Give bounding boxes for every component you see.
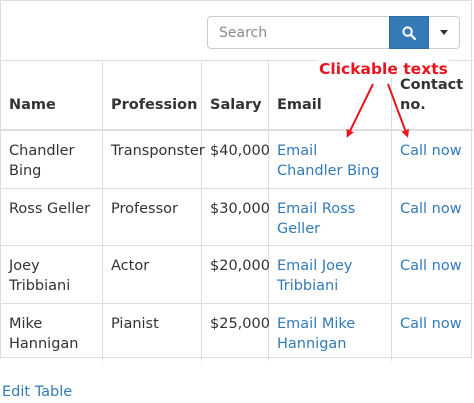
table-toolbar <box>1 1 473 61</box>
call-now-link[interactable]: Call now <box>400 316 462 332</box>
column-header-name: Name <box>1 61 103 129</box>
cell-salary: $30,000 <box>202 188 270 245</box>
table-row: Mike Hannigan Pianist $25,000 Email Mike… <box>1 303 473 362</box>
columns-dropdown-button[interactable] <box>429 16 460 49</box>
cell-contact: Call now <box>392 246 473 303</box>
table-row: Joey Tribbiani Actor $20,000 Email Joey … <box>1 246 473 304</box>
cell-contact: Call now <box>392 189 473 246</box>
cell-contact: Call now <box>392 304 473 362</box>
email-link[interactable]: Email Mike Hannigan <box>277 316 355 352</box>
cell-profession: Pianist <box>103 303 202 361</box>
cell-profession: Professor <box>103 188 202 245</box>
cell-salary: $20,000 <box>202 246 270 303</box>
call-now-link[interactable]: Call now <box>400 258 462 274</box>
search-icon <box>402 25 416 40</box>
cell-email: Email Chandler Bing <box>269 131 392 188</box>
table-row: Chandler Bing Transponster $40,000 Email… <box>1 131 473 189</box>
cell-name: Joey Tribbiani <box>1 246 103 303</box>
cell-email: Email Mike Hannigan <box>269 303 392 361</box>
annotation-label: Clickable texts <box>318 60 449 78</box>
search-button[interactable] <box>389 16 429 49</box>
email-link[interactable]: Email Joey Tribbiani <box>277 258 353 294</box>
cell-profession: Transponster <box>103 131 205 188</box>
cell-salary: $40,000 <box>202 131 270 188</box>
email-link[interactable]: Email Ross Geller <box>277 201 355 237</box>
caret-down-icon <box>440 30 448 35</box>
edit-table-link[interactable]: Edit Table <box>2 384 72 400</box>
cell-contact: Call now <box>392 131 473 188</box>
cell-name: Mike Hannigan <box>1 303 103 361</box>
call-now-link[interactable]: Call now <box>400 201 462 217</box>
table-row: Ross Geller Professor $30,000 Email Ross… <box>1 188 473 246</box>
cell-email: Email Ross Geller <box>269 188 392 245</box>
search-input[interactable] <box>207 16 391 49</box>
cell-email: Email Joey Tribbiani <box>269 246 392 303</box>
cell-name: Ross Geller <box>1 188 103 245</box>
cell-salary: $25,000 <box>202 303 270 361</box>
cell-name: Chandler Bing <box>1 131 103 188</box>
table-panel: Name Profession Salary Email Contact no.… <box>0 0 473 361</box>
data-table: Name Profession Salary Email Contact no.… <box>1 61 473 361</box>
email-link[interactable]: Email Chandler Bing <box>277 143 379 179</box>
call-now-link[interactable]: Call now <box>400 143 462 159</box>
page: Name Profession Salary Email Contact no.… <box>0 0 474 403</box>
column-header-profession: Profession <box>103 61 202 129</box>
cell-profession: Actor <box>103 246 202 303</box>
column-header-salary: Salary <box>202 61 269 129</box>
